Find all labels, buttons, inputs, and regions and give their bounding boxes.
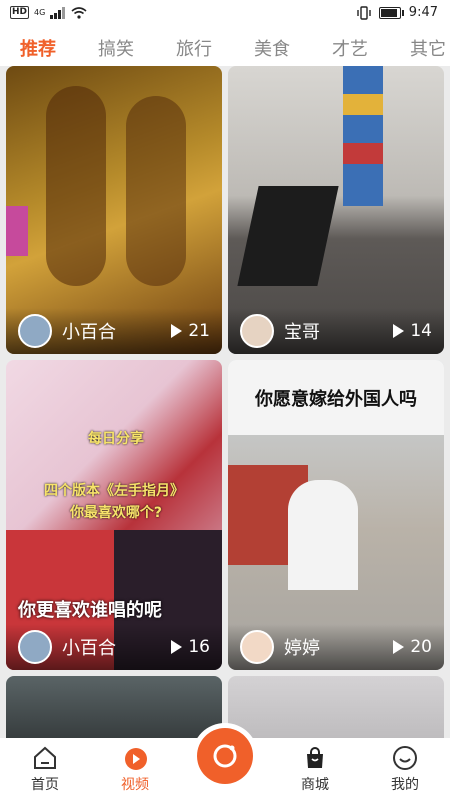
shopping-bag-icon <box>307 747 323 768</box>
video-card[interactable]: 小百合 21 <box>6 66 222 354</box>
tab-food[interactable]: 美食 <box>254 35 332 61</box>
video-title: 你愿意嫁给外国人吗 <box>228 360 444 435</box>
play-icon <box>171 640 183 654</box>
hd-badge: HD <box>10 6 30 19</box>
tab-talent[interactable]: 才艺 <box>332 35 410 61</box>
signal-icon <box>50 6 66 19</box>
avatar[interactable] <box>240 630 274 664</box>
video-card[interactable]: 每日分享 四个版本《左手指月》 你最喜欢哪个? 你更喜欢谁唱的呢 小百合 16 <box>6 360 222 670</box>
play-count: 21 <box>171 321 210 341</box>
tab-mall[interactable]: 商城 <box>270 738 360 800</box>
play-icon <box>171 324 183 338</box>
overlay-text: 四个版本《左手指月》 <box>44 483 184 499</box>
overlay-text: 每日分享 <box>88 431 144 447</box>
author-name[interactable]: 小百合 <box>62 318 171 344</box>
author-name[interactable]: 婷婷 <box>284 634 393 660</box>
video-thumbnail <box>46 86 106 286</box>
tab-home[interactable]: 首页 <box>0 738 90 800</box>
play-count-value: 20 <box>410 637 432 657</box>
video-thumbnail <box>237 186 339 286</box>
play-count: 14 <box>393 321 432 341</box>
video-caption: 你更喜欢谁唱的呢 <box>18 600 162 621</box>
video-card[interactable]: 宝哥 14 <box>228 66 444 354</box>
play-icon <box>393 324 405 338</box>
tab-travel[interactable]: 旅行 <box>176 35 254 61</box>
video-feed: 小百合 21 宝哥 14 每日分享 四个版本《左手指月》 你最喜欢哪个? 你更喜… <box>0 66 450 738</box>
tab-profile[interactable]: 我的 <box>360 738 450 800</box>
battery-icon <box>378 6 404 19</box>
avatar[interactable] <box>18 314 52 348</box>
tab-video[interactable]: 视频 <box>90 738 180 800</box>
overlay-text: 你最喜欢哪个? <box>69 505 163 521</box>
play-count-value: 21 <box>188 321 210 341</box>
tab-profile-label: 我的 <box>391 777 419 793</box>
card-meta: 小百合 16 <box>6 624 222 670</box>
avatar[interactable] <box>18 630 52 664</box>
play-icon <box>393 640 405 654</box>
card-meta: 小百合 21 <box>6 308 222 354</box>
video-icon <box>125 748 147 770</box>
play-count: 20 <box>393 637 432 657</box>
clock: 9:47 <box>408 5 438 20</box>
tab-home-label: 首页 <box>31 777 59 793</box>
video-thumbnail <box>126 96 186 286</box>
play-count-value: 14 <box>410 321 432 341</box>
card-meta: 宝哥 14 <box>228 308 444 354</box>
video-thumbnail <box>343 66 383 206</box>
tab-other[interactable]: 其它 <box>410 35 450 61</box>
camera-button[interactable] <box>197 728 253 784</box>
play-count: 16 <box>171 637 210 657</box>
video-card[interactable]: 你愿意嫁给外国人吗 婷婷 20 <box>228 360 444 670</box>
category-tabs: 推荐 搞笑 旅行 美食 才艺 其它 <box>0 30 450 66</box>
video-thumbnail <box>288 480 358 590</box>
tab-recommend[interactable]: 推荐 <box>20 35 98 61</box>
video-thumbnail <box>6 206 28 256</box>
camera-icon <box>213 744 237 768</box>
play-count-value: 16 <box>188 637 210 657</box>
avatar[interactable] <box>240 314 274 348</box>
author-name[interactable]: 宝哥 <box>284 318 393 344</box>
video-card[interactable] <box>6 676 222 738</box>
author-name[interactable]: 小百合 <box>62 634 171 660</box>
tab-funny[interactable]: 搞笑 <box>98 35 176 61</box>
card-meta: 婷婷 20 <box>228 624 444 670</box>
tab-video-label: 视频 <box>121 777 149 793</box>
profile-icon <box>393 746 417 770</box>
vibrate-icon <box>357 5 371 20</box>
wifi-icon <box>71 6 87 19</box>
tab-mall-label: 商城 <box>301 777 329 793</box>
home-icon <box>34 746 56 769</box>
network-type: 4G <box>34 8 46 17</box>
status-bar: HD 4G 9:47 <box>0 0 450 30</box>
video-card[interactable] <box>228 676 444 738</box>
